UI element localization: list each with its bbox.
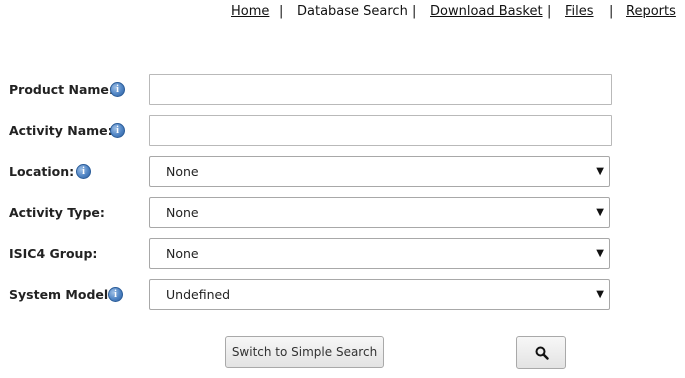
switch-to-simple-search-button[interactable]: Switch to Simple Search bbox=[225, 336, 384, 368]
nav-database-search: Database Search bbox=[297, 4, 408, 19]
location-info-icon[interactable]: i bbox=[76, 164, 91, 179]
isic4-group-row: ISIC4 Group: None ▼ bbox=[0, 238, 685, 270]
search-button[interactable] bbox=[516, 336, 566, 369]
system-model-label: System Model: bbox=[9, 287, 114, 302]
system-model-selected-value: Undefined bbox=[166, 287, 231, 302]
nav-separator: | bbox=[609, 4, 614, 19]
location-selected-value: None bbox=[166, 164, 199, 179]
search-icon bbox=[535, 346, 549, 360]
activity-name-info-icon[interactable]: i bbox=[110, 123, 125, 138]
chevron-down-icon: ▼ bbox=[596, 289, 604, 300]
activity-type-row: Activity Type: None ▼ bbox=[0, 197, 685, 229]
product-name-row: Product Name: i bbox=[0, 74, 685, 106]
nav-home-link[interactable]: Home bbox=[231, 3, 269, 21]
activity-type-selected-value: None bbox=[166, 205, 199, 220]
nav-separator: | bbox=[412, 4, 417, 19]
nav-files-link[interactable]: Files bbox=[565, 3, 594, 21]
activity-name-row: Activity Name: i bbox=[0, 115, 685, 147]
location-row: Location: i None ▼ bbox=[0, 156, 685, 188]
product-name-input[interactable] bbox=[149, 74, 612, 105]
chevron-down-icon: ▼ bbox=[596, 207, 604, 218]
isic4-group-select[interactable]: None ▼ bbox=[149, 238, 610, 269]
chevron-down-icon: ▼ bbox=[596, 166, 604, 177]
location-select[interactable]: None ▼ bbox=[149, 156, 610, 187]
activity-name-label: Activity Name: bbox=[9, 123, 113, 138]
activity-type-label: Activity Type: bbox=[9, 205, 105, 220]
isic4-group-label: ISIC4 Group: bbox=[9, 246, 98, 261]
system-model-select[interactable]: Undefined ▼ bbox=[149, 279, 610, 310]
nav-reports-link[interactable]: Reports bbox=[626, 3, 676, 21]
activity-name-input[interactable] bbox=[149, 115, 612, 146]
isic4-group-selected-value: None bbox=[166, 246, 199, 261]
product-name-label: Product Name: bbox=[9, 82, 114, 97]
chevron-down-icon: ▼ bbox=[596, 248, 604, 259]
system-model-row: System Model: i Undefined ▼ bbox=[0, 279, 685, 311]
nav-download-basket-link[interactable]: Download Basket bbox=[430, 3, 543, 21]
location-label: Location: bbox=[9, 164, 75, 179]
activity-type-select[interactable]: None ▼ bbox=[149, 197, 610, 228]
nav-separator: | bbox=[547, 4, 552, 19]
nav-separator: | bbox=[279, 4, 284, 19]
system-model-info-icon[interactable]: i bbox=[108, 287, 123, 302]
product-name-info-icon[interactable]: i bbox=[110, 82, 125, 97]
top-navigation: Home | Database Search | Download Basket… bbox=[0, 3, 685, 21]
